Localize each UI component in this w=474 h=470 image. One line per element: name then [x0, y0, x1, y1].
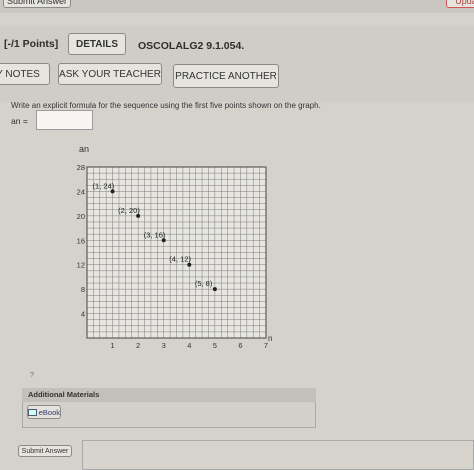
y-tick-label: 28: [77, 163, 85, 172]
y-tick-label: 16: [77, 236, 85, 245]
y-tick-label: 12: [77, 261, 85, 270]
x-tick-label: 4: [187, 341, 191, 350]
ebook-button[interactable]: eBook: [27, 405, 61, 419]
y-tick-label: 20: [77, 212, 85, 221]
point-label: (3, 16): [144, 230, 166, 239]
y-tick-label: 8: [81, 285, 85, 294]
x-tick-label: 2: [136, 341, 140, 350]
submit-answer-button[interactable]: Submit Answer: [18, 445, 72, 457]
x-tick-label: 1: [110, 341, 114, 350]
bottom-panel: [82, 440, 474, 470]
question-mark: ?: [30, 372, 34, 379]
point-label: (4, 12): [169, 255, 191, 264]
x-tick-label: 5: [213, 341, 217, 350]
x-tick-label: 6: [238, 341, 242, 350]
point-label: (5, 8): [195, 279, 213, 288]
x-tick-label: 7: [264, 341, 268, 350]
additional-materials-title: Additional Materials: [22, 388, 316, 402]
x-axis-label: n: [268, 334, 272, 343]
y-axis-label: an: [79, 144, 89, 154]
y-tick-label: 4: [81, 310, 85, 319]
ebook-icon: [28, 408, 37, 416]
point-label: (1, 24): [93, 181, 115, 190]
ebook-label: eBook: [38, 407, 60, 417]
data-point: [212, 287, 217, 292]
x-tick-label: 3: [162, 341, 166, 350]
y-tick-label: 24: [77, 187, 85, 196]
point-label: (2, 20): [118, 206, 140, 215]
